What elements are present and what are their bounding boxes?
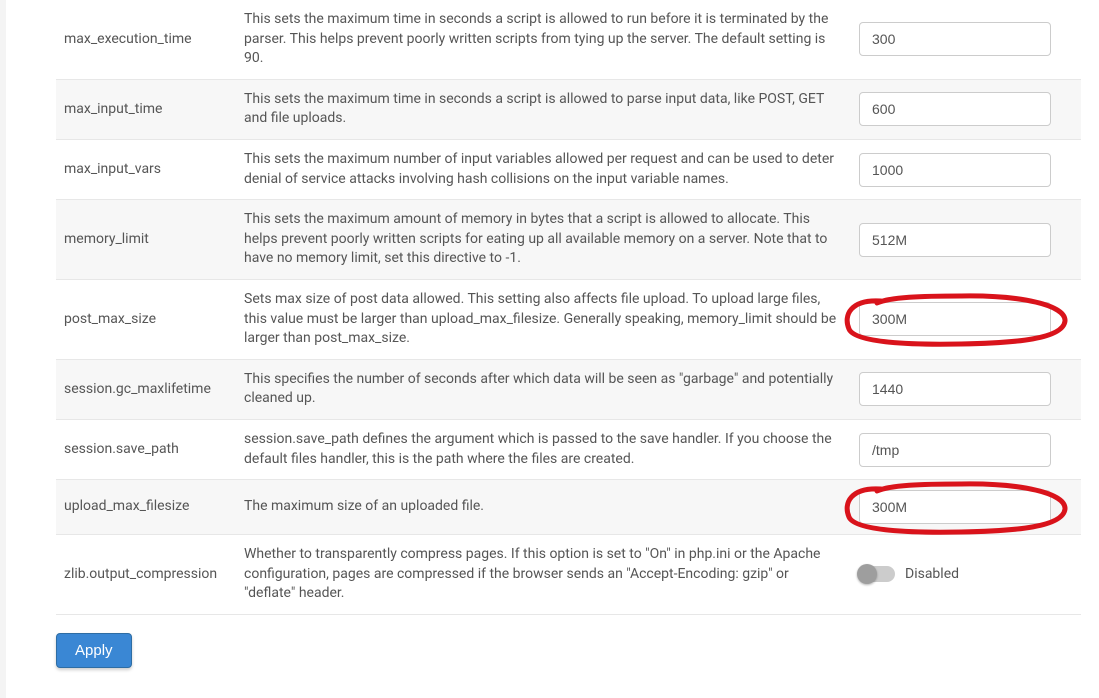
setting-value-cell [851,480,1081,535]
setting-value-input[interactable] [859,302,1051,336]
setting-value-input[interactable] [859,223,1051,257]
setting-name: max_input_time [56,79,236,139]
setting-value-cell [851,279,1081,359]
setting-description: This sets the maximum number of input va… [236,139,851,199]
setting-name: upload_max_filesize [56,480,236,535]
setting-value-cell: Disabled [851,535,1081,615]
setting-value-input[interactable] [859,22,1051,56]
setting-description: Whether to transparently compress pages.… [236,535,851,615]
setting-value-input[interactable] [859,153,1051,187]
setting-name: max_execution_time [56,0,236,79]
setting-description: This sets the maximum amount of memory i… [236,200,851,280]
setting-value-cell [851,200,1081,280]
setting-name: max_input_vars [56,139,236,199]
setting-name: zlib.output_compression [56,535,236,615]
table-row: max_execution_timeThis sets the maximum … [56,0,1081,79]
setting-description: The maximum size of an uploaded file. [236,480,851,535]
toggle-state-label: Disabled [905,565,959,585]
apply-button[interactable]: Apply [56,633,132,668]
setting-name: session.save_path [56,419,236,479]
setting-value-cell [851,139,1081,199]
setting-value-cell [851,79,1081,139]
setting-value-cell [851,359,1081,419]
setting-name: session.gc_maxlifetime [56,359,236,419]
setting-value-input[interactable] [859,490,1051,524]
settings-table: max_execution_timeThis sets the maximum … [56,0,1081,615]
setting-value-cell [851,0,1081,79]
setting-name: post_max_size [56,279,236,359]
setting-description: session.save_path defines the argument w… [236,419,851,479]
setting-value-cell [851,419,1081,479]
toggle-switch[interactable] [859,566,895,582]
table-row: memory_limitThis sets the maximum amount… [56,200,1081,280]
setting-value-input[interactable] [859,92,1051,126]
setting-description: This specifies the number of seconds aft… [236,359,851,419]
table-row: max_input_varsThis sets the maximum numb… [56,139,1081,199]
table-row: session.gc_maxlifetimeThis specifies the… [56,359,1081,419]
table-row: max_input_timeThis sets the maximum time… [56,79,1081,139]
table-row: post_max_sizeSets max size of post data … [56,279,1081,359]
php-settings-panel: max_execution_timeThis sets the maximum … [6,0,1099,698]
table-row: upload_max_filesizeThe maximum size of a… [56,480,1081,535]
setting-name: memory_limit [56,200,236,280]
table-row: session.save_pathsession.save_path defin… [56,419,1081,479]
setting-description: Sets max size of post data allowed. This… [236,279,851,359]
setting-description: This sets the maximum time in seconds a … [236,0,851,79]
setting-value-input[interactable] [859,433,1051,467]
table-row: zlib.output_compressionWhether to transp… [56,535,1081,615]
setting-description: This sets the maximum time in seconds a … [236,79,851,139]
setting-value-input[interactable] [859,372,1051,406]
